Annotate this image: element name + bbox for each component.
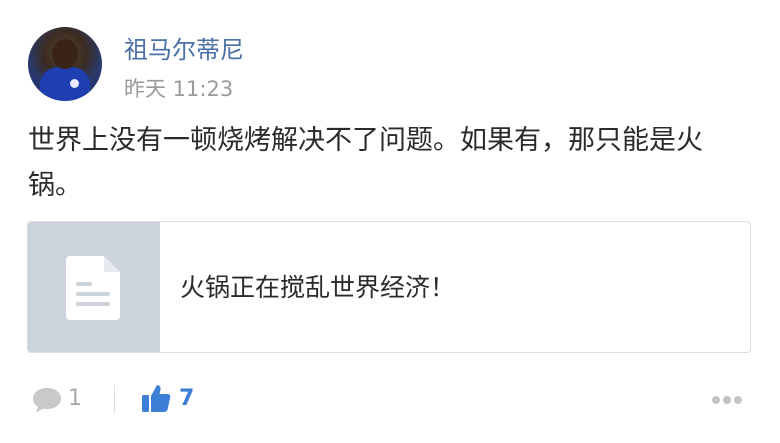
avatar-shirt xyxy=(40,67,90,101)
avatar-badge xyxy=(70,79,79,88)
link-card[interactable]: 火锅正在搅乱世界经济！ xyxy=(27,221,751,353)
post-text: 世界上没有一顿烧烤解决不了问题。如果有，那只能是火锅。 xyxy=(28,125,703,201)
like-count: 7 xyxy=(179,386,195,411)
avatar-head xyxy=(52,39,78,69)
avatar[interactable] xyxy=(28,27,102,101)
link-title[interactable]: 火锅正在搅乱世界经济！ xyxy=(180,268,455,304)
footer-divider xyxy=(114,385,115,413)
author-name[interactable]: 祖马尔蒂尼 xyxy=(124,30,244,65)
more-icon[interactable] xyxy=(711,395,743,405)
document-icon xyxy=(66,256,120,320)
comment-count: 1 xyxy=(68,386,82,411)
post-timestamp: 昨天 11:23 xyxy=(124,77,234,101)
thumbs-up-icon[interactable] xyxy=(140,382,172,414)
link-thumbnail xyxy=(28,222,160,352)
comment-icon[interactable] xyxy=(31,386,63,414)
